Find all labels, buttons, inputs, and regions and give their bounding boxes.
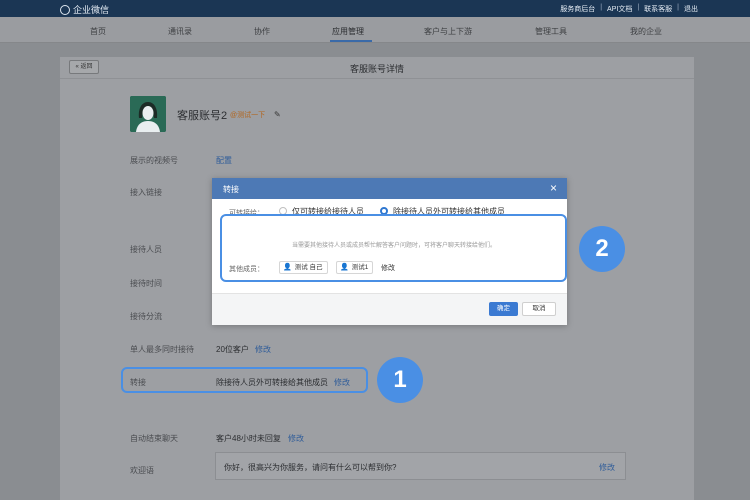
brand[interactable]: 企业微信 xyxy=(60,3,109,16)
auto-end-label: 自动结束聊天 xyxy=(130,434,178,443)
agents-label: 接待人员 xyxy=(130,245,162,254)
wecom-logo-icon xyxy=(60,4,70,15)
main-nav: 首页 通讯录 协作 应用管理 客户与上下游 管理工具 我的企业 xyxy=(0,17,750,43)
welcome-edit-link[interactable]: 修改 xyxy=(599,462,615,473)
cancel-button[interactable]: 取消 xyxy=(522,302,556,316)
step-badge-2: 2 xyxy=(579,226,625,272)
edit-name-icon[interactable]: ✎ xyxy=(274,110,281,119)
top-links: 服务商后台 | API文档 | 联系客服 | 退出 xyxy=(560,4,698,14)
nav-item-contacts[interactable]: 通讯录 xyxy=(168,26,192,37)
video-config-link[interactable]: 配置 xyxy=(216,155,232,166)
dispatch-label: 接待分流 xyxy=(130,312,162,321)
divider: | xyxy=(637,4,640,11)
account-tag: @测试一下 xyxy=(230,112,266,119)
female-user-icon xyxy=(130,96,166,132)
nav-item-customers[interactable]: 客户与上下游 xyxy=(424,26,472,37)
active-tab-indicator xyxy=(330,40,372,42)
nav-item-management-tools[interactable]: 管理工具 xyxy=(535,26,567,37)
welcome-message: 你好，很高兴为你服务，请问有什么可以帮到你? xyxy=(224,463,397,472)
provider-console-link[interactable]: 服务商后台 xyxy=(560,4,595,14)
dialog-footer: 确定 取消 xyxy=(212,293,567,325)
dialog-header: 转接 × xyxy=(212,178,567,199)
divider: | xyxy=(600,4,603,11)
divider: | xyxy=(677,4,679,11)
close-icon[interactable]: × xyxy=(550,181,557,195)
top-bar: 企业微信 服务商后台 | API文档 | 联系客服 | 退出 xyxy=(0,0,750,17)
logout-link[interactable]: 退出 xyxy=(684,4,698,14)
page-title: 客服账号详情 xyxy=(349,64,404,74)
step-badge-1: 1 xyxy=(377,357,423,403)
dialog-title: 转接 xyxy=(223,185,239,194)
card-header: « 返回 客服账号详情 xyxy=(60,57,694,79)
max-concurrent-label: 单人最多同时接待 xyxy=(130,345,194,354)
nav-item-home[interactable]: 首页 xyxy=(90,26,106,37)
transfer-options-highlight xyxy=(220,214,567,282)
transfer-row-highlight xyxy=(121,367,368,393)
contact-support-link[interactable]: 联系客服 xyxy=(644,4,672,14)
auto-end-edit-link[interactable]: 修改 xyxy=(288,433,304,444)
api-docs-link[interactable]: API文档 xyxy=(607,4,632,14)
access-link-label: 接入链接 xyxy=(130,188,162,197)
nav-item-app-management[interactable]: 应用管理 xyxy=(332,26,364,37)
brand-label: 企业微信 xyxy=(73,5,110,15)
account-name: 客服账号2 xyxy=(177,110,228,122)
confirm-button[interactable]: 确定 xyxy=(489,302,518,316)
nav-item-collaboration[interactable]: 协作 xyxy=(254,26,270,37)
nav-item-my-company[interactable]: 我的企业 xyxy=(630,26,662,37)
video-label: 展示的视频号 xyxy=(130,156,178,165)
avatar xyxy=(130,96,166,132)
auto-end-value: 客户48小时未回复 xyxy=(216,434,281,443)
max-concurrent-edit-link[interactable]: 修改 xyxy=(255,344,271,355)
welcome-label: 欢迎语 xyxy=(130,466,154,475)
reception-time-label: 接待时间 xyxy=(130,279,162,288)
max-concurrent-value: 20位客户 xyxy=(216,345,249,354)
welcome-message-box: 你好，很高兴为你服务，请问有什么可以帮到你? 修改 xyxy=(215,452,626,480)
